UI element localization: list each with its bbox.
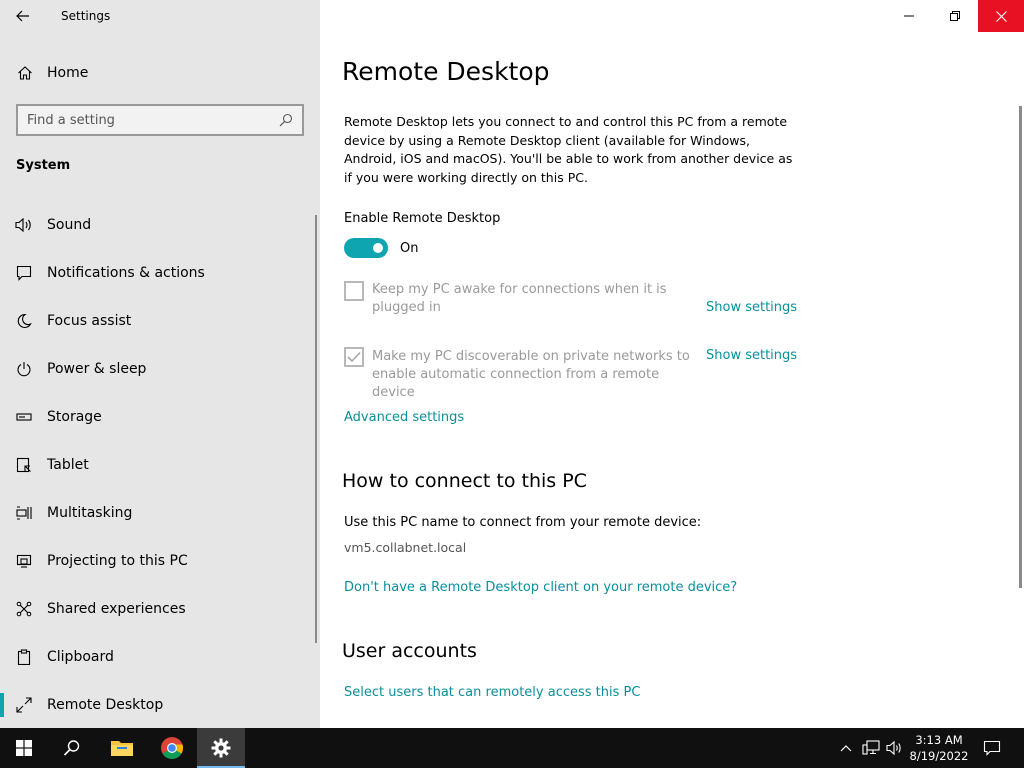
connect-instructions: Use this PC name to connect from your re…	[344, 515, 702, 530]
close-icon	[995, 10, 1007, 22]
toggle-knob	[373, 243, 383, 253]
sidebar-item-projecting[interactable]: Projecting to this PC	[0, 541, 316, 581]
sidebar-item-storage[interactable]: Storage	[0, 397, 316, 437]
keep-awake-label: Keep my PC awake for connections when it…	[372, 282, 667, 315]
sidebar-item-label: Sound	[47, 217, 92, 233]
sidebar-item-tablet[interactable]: Tablet	[0, 445, 316, 485]
discoverable-show-settings-link[interactable]: Show settings	[706, 348, 797, 363]
projecting-icon	[15, 552, 33, 570]
page-title: Remote Desktop	[342, 57, 550, 86]
sidebar-item-label: Tablet	[47, 457, 89, 473]
clock-date: 8/19/2022	[909, 749, 969, 763]
advanced-settings-link[interactable]: Advanced settings	[344, 410, 464, 425]
sidebar-item-clipboard[interactable]: Clipboard	[0, 637, 316, 677]
minimize-icon	[904, 15, 914, 17]
search-box[interactable]	[16, 104, 304, 136]
clipboard-icon	[15, 648, 33, 666]
chrome-button[interactable]	[148, 728, 196, 768]
taskbar-clock[interactable]: 3:13 AM 8/19/2022	[906, 732, 972, 764]
sidebar-item-label: Shared experiences	[47, 601, 186, 617]
connect-heading: How to connect to this PC	[342, 470, 587, 492]
sidebar-item-label: Clipboard	[47, 649, 114, 665]
power-icon	[15, 360, 33, 378]
get-client-link[interactable]: Don't have a Remote Desktop client on yo…	[344, 580, 737, 595]
restore-icon	[950, 11, 960, 21]
file-explorer-button[interactable]	[98, 728, 146, 768]
notification-icon	[15, 264, 33, 282]
multitasking-icon	[15, 504, 33, 522]
notification-icon	[983, 740, 1001, 756]
discoverable-checkbox[interactable]	[344, 347, 364, 367]
sidebar-item-notifications[interactable]: Notifications & actions	[0, 253, 316, 293]
gear-icon	[211, 738, 231, 758]
home-label: Home	[47, 65, 89, 81]
sidebar-item-label: Focus assist	[47, 313, 132, 329]
chrome-icon	[161, 737, 184, 759]
select-users-link[interactable]: Select users that can remotely access th…	[344, 685, 640, 700]
tablet-icon	[15, 456, 33, 474]
enable-remote-desktop-toggle[interactable]	[344, 238, 388, 258]
home-nav-item[interactable]: Home	[0, 55, 320, 91]
sidebar-item-sound[interactable]: Sound	[0, 205, 316, 245]
windows-logo-icon	[16, 740, 32, 756]
speaker-icon	[15, 216, 33, 234]
sidebar-item-label: Remote Desktop	[47, 697, 164, 713]
folder-icon	[111, 741, 133, 756]
pc-name-value: vm5.collabnet.local	[344, 540, 467, 555]
start-button[interactable]	[0, 728, 48, 768]
chevron-up-icon	[840, 745, 852, 752]
close-button[interactable]	[978, 0, 1024, 32]
speaker-icon	[886, 740, 901, 756]
search-input[interactable]	[18, 106, 279, 134]
sidebar-item-power-sleep[interactable]: Power & sleep	[0, 349, 316, 389]
sidebar-item-label: Projecting to this PC	[47, 553, 188, 569]
description-text: Remote Desktop lets you connect to and c…	[344, 114, 793, 185]
checkmark-icon	[347, 351, 361, 363]
restore-button[interactable]	[932, 0, 978, 32]
shared-experiences-icon	[15, 600, 33, 618]
search-icon[interactable]	[279, 113, 293, 127]
sidebar-item-label: Multitasking	[47, 505, 133, 521]
enable-remote-desktop-label: Enable Remote Desktop	[344, 211, 501, 226]
sidebar-item-label: Storage	[47, 409, 102, 425]
main-scrollbar[interactable]	[1019, 106, 1022, 588]
back-arrow-icon	[16, 10, 29, 22]
back-button[interactable]	[0, 0, 46, 32]
toggle-state-label: On	[400, 241, 419, 256]
keep-awake-show-settings-link[interactable]: Show settings	[706, 300, 797, 315]
search-icon	[63, 740, 80, 756]
sidebar-scrollbar[interactable]	[315, 215, 317, 643]
sidebar-item-multitasking[interactable]: Multitasking	[0, 493, 316, 533]
minimize-button[interactable]	[886, 0, 932, 32]
section-title: System	[16, 158, 71, 173]
remote-desktop-icon	[15, 696, 33, 714]
sidebar-item-shared-experiences[interactable]: Shared experiences	[0, 589, 316, 629]
window-title: Settings	[61, 9, 111, 23]
user-accounts-heading: User accounts	[342, 640, 477, 662]
sidebar-item-focus-assist[interactable]: Focus assist	[0, 301, 316, 341]
keep-awake-checkbox[interactable]	[344, 281, 364, 301]
moon-icon	[15, 312, 33, 330]
sidebar: Settings Home System Sound Notifications…	[0, 0, 320, 728]
storage-icon	[15, 408, 33, 426]
home-icon	[18, 66, 32, 80]
sidebar-item-label: Power & sleep	[47, 361, 147, 377]
network-icon	[862, 740, 880, 755]
network-tray-button[interactable]	[860, 728, 882, 768]
taskbar-search-button[interactable]	[48, 728, 96, 768]
clock-time: 3:13 AM	[915, 733, 963, 747]
volume-tray-button[interactable]	[884, 728, 906, 768]
action-center-button[interactable]	[978, 728, 1006, 768]
discoverable-label: Make my PC discoverable on private netwo…	[372, 349, 690, 400]
taskbar: 3:13 AM 8/19/2022	[0, 728, 1024, 768]
settings-taskbar-button[interactable]	[197, 728, 245, 768]
sidebar-item-remote-desktop[interactable]: Remote Desktop	[0, 685, 316, 725]
title-bar-left: Settings	[0, 0, 320, 32]
sidebar-item-label: Notifications & actions	[47, 265, 205, 281]
show-hidden-icons-button[interactable]	[836, 728, 856, 768]
